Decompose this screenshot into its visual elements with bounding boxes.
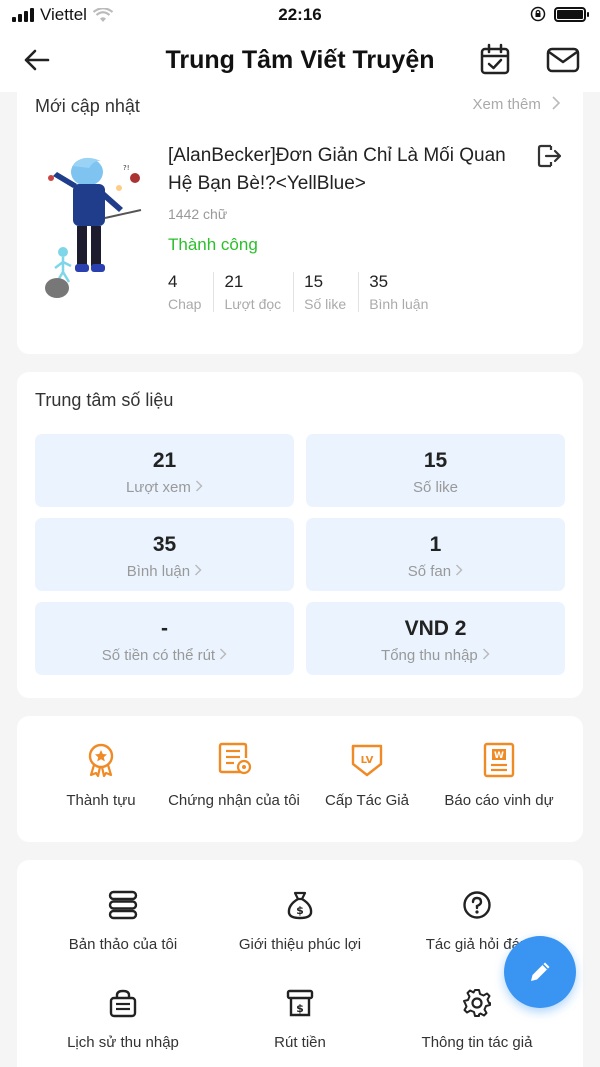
tool-withdraw[interactable]: $ Rút tiền [205,988,395,1051]
stat-label: Số like [304,296,347,312]
tool-label: Giới thiệu phúc lợi [238,936,362,953]
status-bar: Viettel 22:16 [0,0,600,30]
stat-label: Bình luận [369,296,429,312]
stat-likes: 15 Số like [304,272,360,312]
metric-label: Bình luận [126,563,191,580]
tool-label: Thông tin tác giả [421,1034,533,1051]
question-icon [463,891,491,919]
metric-comments[interactable]: 35 Bình luận [35,518,294,591]
chevron-right-icon [456,564,463,576]
income-history-icon [109,989,137,1018]
stat-value: 4 [168,272,178,291]
svg-text:?!: ?! [123,164,130,172]
word-count: 1442 chữ [168,206,228,222]
feature-author-level[interactable]: LV Cấp Tác Giả [297,742,437,811]
stat-value: 35 [369,272,389,291]
data-center-card: Trung tâm số liệu 21 Lượt xem 15 Số like… [17,372,583,698]
tool-benefits[interactable]: $ Giới thiệu phúc lợi [205,890,395,953]
metric-value: 15 [423,449,448,472]
drafts-icon [108,890,138,920]
recent-update-card: Mới cập nhật Xem thêm ?! [AlanBecker]Đơn… [17,80,583,354]
chevron-right-icon [482,648,490,660]
tool-my-drafts[interactable]: Bản thảo của tôi [28,890,218,953]
certificate-icon [218,742,252,775]
svg-text:LV: LV [361,755,374,766]
exit-icon[interactable] [535,142,563,170]
metric-label: Số like [412,479,459,496]
feature-label: Chứng nhận của tôi [168,792,300,809]
tool-income-history[interactable]: Lịch sử thu nhập [28,988,218,1051]
mail-icon[interactable] [545,43,581,77]
see-more-label: Xem thêm [472,96,541,113]
metric-value: 1 [429,533,442,556]
write-fab-button[interactable] [504,936,576,1008]
stat-label: Chap [168,296,202,312]
svg-text:$: $ [296,904,304,917]
feature-label: Cấp Tác Giả [325,792,409,809]
metric-fans[interactable]: 1 Số fan [306,518,565,591]
section-title-recent: Mới cập nhật [35,96,140,116]
medal-icon [88,743,114,778]
orientation-lock-icon [530,6,546,22]
metric-label: Số fan [407,563,452,580]
status-badge: Thành công [168,235,258,254]
metric-value: 21 [152,449,177,472]
metric-label: Tổng thu nhập [381,647,478,664]
stat-label: Lượt đọc [224,296,282,312]
money-bag-icon: $ [287,891,313,920]
report-icon: W [483,742,515,778]
feature-honor-report[interactable]: W Báo cáo vinh dự [429,742,569,811]
svg-text:W: W [494,751,504,761]
feature-certificates[interactable]: Chứng nhận của tôi [164,742,304,811]
section-title-data-center: Trung tâm số liệu [35,390,174,410]
tool-label: Rút tiền [274,1034,326,1051]
chevron-right-icon [552,96,561,110]
metric-views[interactable]: 21 Lượt xem [35,434,294,507]
metric-total-income[interactable]: VND 2 Tổng thu nhập [306,602,565,675]
stat-comments: 35 Bình luận [369,272,440,312]
stat-reads: 21 Lượt đọc [224,272,295,312]
book-stats: 4 Chap 21 Lượt đọc 15 Số like 35 Bình lu… [168,272,450,312]
metric-withdrawable[interactable]: - Số tiền có thể rút [35,602,294,675]
book-title[interactable]: [AlanBecker]Đơn Giản Chỉ Là Mối Quan Hệ … [168,142,508,198]
svg-text:$: $ [296,1002,304,1015]
metric-likes[interactable]: 15 Số like [306,434,565,507]
chevron-right-icon [220,648,227,660]
tools-card: Bản thảo của tôi $ Giới thiệu phúc lợi T… [17,860,583,1067]
stat-value: 21 [224,272,244,291]
feature-label: Thành tựu [66,792,136,809]
chevron-right-icon [196,480,203,492]
withdraw-icon: $ [286,989,314,1017]
book-cover-image[interactable]: ?! [43,148,151,298]
features-card: Thành tựu Chứng nhận của tôi LV Cấp Tác … [17,716,583,842]
level-badge-icon: LV [351,744,383,777]
gear-icon [463,989,491,1017]
tool-label: Lịch sử thu nhập [67,1034,179,1051]
feature-label: Báo cáo vinh dự [444,792,554,809]
metric-value: - [161,617,168,640]
metric-value: 35 [152,533,177,556]
metric-label: Số tiền có thể rút [101,647,216,664]
tool-label: Bản thảo của tôi [68,936,178,953]
battery-icon [554,6,589,22]
calendar-check-icon[interactable] [478,43,512,77]
stat-value: 15 [304,272,324,291]
chevron-right-icon [195,564,202,576]
clock: 22:16 [278,5,322,24]
pencil-icon [531,962,550,981]
metric-label: Lượt xem [125,479,191,496]
feature-achievements[interactable]: Thành tựu [31,742,171,811]
metric-value: VND 2 [404,617,467,640]
see-more-link[interactable]: Xem thêm [472,96,561,113]
stat-chapters: 4 Chap [168,272,215,312]
